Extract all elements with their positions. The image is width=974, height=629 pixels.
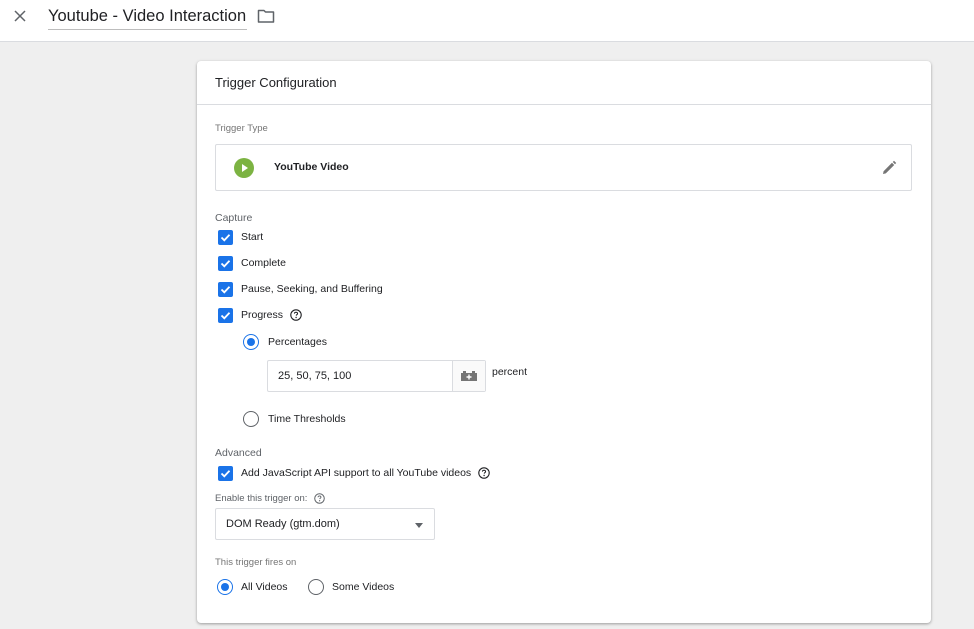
close-button[interactable] <box>10 6 30 26</box>
close-icon[interactable] <box>13 9 27 23</box>
checkbox-complete[interactable]: Complete <box>218 255 286 271</box>
checkbox-checked-icon[interactable] <box>218 465 233 481</box>
radio-all-videos[interactable]: All Videos <box>217 578 288 596</box>
radio-time-thresholds[interactable]: Time Thresholds <box>243 410 346 428</box>
checkbox-checked-icon[interactable] <box>218 255 233 271</box>
radio-percentages[interactable]: Percentages <box>243 333 327 351</box>
trigger-type-selector[interactable]: YouTube Video <box>215 144 912 191</box>
enable-trigger-value: DOM Ready (gtm.dom) <box>226 518 340 530</box>
folder-button[interactable] <box>257 8 275 24</box>
radio-unselected-icon[interactable] <box>243 411 259 427</box>
trigger-name-field[interactable]: Youtube - Video Interaction <box>48 6 248 30</box>
checkbox-label: Add JavaScript API support to all YouTub… <box>241 467 472 479</box>
radio-label: All Videos <box>241 581 288 593</box>
radio-selected-icon[interactable] <box>217 579 233 595</box>
trigger-type-label: Trigger Type <box>215 123 268 134</box>
checkbox-label: Progress <box>241 309 284 321</box>
help-icon[interactable] <box>290 309 302 321</box>
radio-selected-icon[interactable] <box>243 334 259 350</box>
capture-label: Capture <box>215 212 253 224</box>
checkbox-checked-icon[interactable] <box>218 307 233 323</box>
percentages-input-group <box>267 360 486 392</box>
checkbox-label: Complete <box>241 257 286 269</box>
folder-icon[interactable] <box>257 8 275 24</box>
help-icon[interactable] <box>478 467 490 479</box>
trigger-configuration-card: Trigger Configuration Trigger Type YouTu… <box>197 61 931 623</box>
checkbox-checked-icon[interactable] <box>218 281 233 297</box>
checkbox-js-api-support[interactable]: Add JavaScript API support to all YouTub… <box>218 465 490 481</box>
trigger-type-name: YouTube Video <box>274 161 349 173</box>
variable-picker-button[interactable] <box>452 361 485 391</box>
checkbox-label: Pause, Seeking, and Buffering <box>241 283 383 295</box>
top-bar: Youtube - Video Interaction <box>0 0 974 42</box>
advanced-label: Advanced <box>215 447 262 459</box>
checkbox-start[interactable]: Start <box>218 229 263 245</box>
card-header: Trigger Configuration <box>197 61 931 105</box>
radio-unselected-icon[interactable] <box>308 579 324 595</box>
help-icon[interactable] <box>314 492 326 504</box>
variable-brick-icon[interactable] <box>460 370 478 382</box>
play-icon <box>234 158 254 178</box>
fires-on-label: This trigger fires on <box>215 557 297 568</box>
radio-label: Percentages <box>268 336 327 348</box>
checkbox-label: Start <box>241 231 264 243</box>
pencil-icon[interactable] <box>880 159 898 177</box>
caret-down-icon[interactable] <box>415 523 423 528</box>
radio-label: Some Videos <box>332 581 395 593</box>
percentages-input[interactable] <box>268 361 453 391</box>
enable-trigger-label: Enable this trigger on: <box>215 492 308 504</box>
radio-some-videos[interactable]: Some Videos <box>308 578 394 596</box>
card-title: Trigger Configuration <box>215 75 337 90</box>
radio-label: Time Thresholds <box>268 413 346 425</box>
checkbox-pause-seeking-buffering[interactable]: Pause, Seeking, and Buffering <box>218 281 383 297</box>
checkbox-checked-icon[interactable] <box>218 229 233 245</box>
enable-trigger-select[interactable]: DOM Ready (gtm.dom) <box>215 508 435 540</box>
percent-suffix: percent <box>492 366 528 378</box>
enable-trigger-label-row: Enable this trigger on: <box>215 492 326 504</box>
checkbox-progress[interactable]: Progress <box>218 307 302 323</box>
trigger-name[interactable]: Youtube - Video Interaction <box>48 7 246 25</box>
